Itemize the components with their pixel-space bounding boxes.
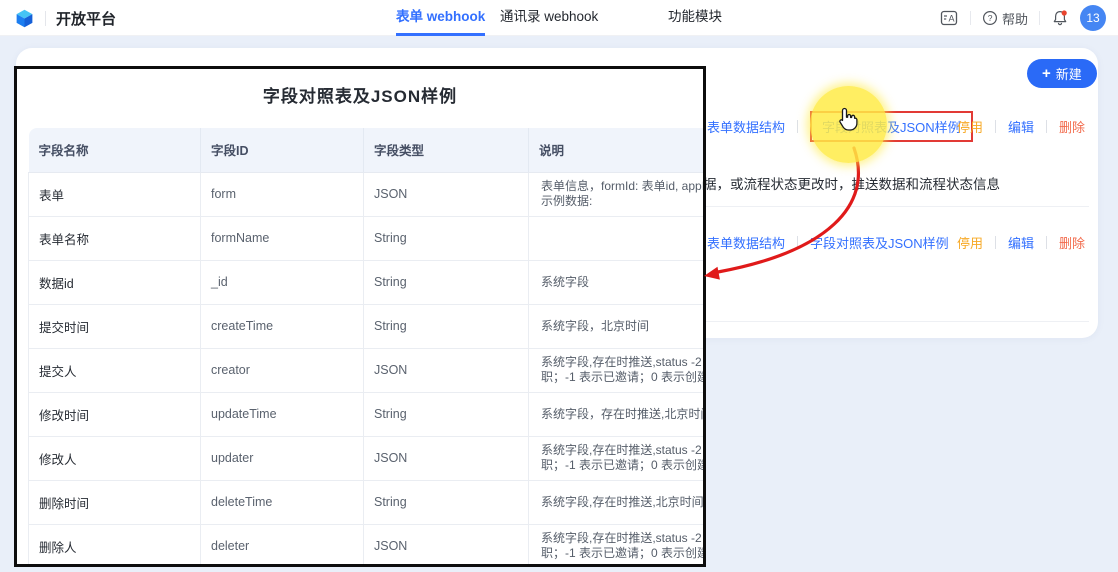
item2-actions: 停用 编辑 删除 [957,227,1085,257]
tab-function-module[interactable]: 功能模块 [668,0,722,36]
col-header-field-name: 字段名称 [29,128,201,172]
cell-field-name: 提交时间 [29,304,201,348]
cell-field-name: 表单名称 [29,216,201,260]
cell-field-type: JSON [364,348,529,392]
table-row: 删除时间 deleteTime String 系统字段,存在时推送,北京时间 [29,480,707,524]
action-divider [1046,120,1047,133]
link-form-data-structure[interactable]: 表单数据结构 [707,233,785,252]
cell-field-id: deleteTime [201,480,364,524]
page-title: 开放平台 [56,8,116,29]
cell-description: 系统字段,存在时推送,status -2 表示离职；-1 表示已邀请；0 表示创… [529,524,707,567]
action-divider [995,236,996,249]
cell-field-type: JSON [364,436,529,480]
item2-links-row: 表单数据结构 字段对照表及JSON样例 [707,227,949,257]
create-button[interactable]: + 新建 [1027,59,1097,88]
cell-field-id: deleter [201,524,364,567]
col-header-description: 说明 [529,128,707,172]
list-divider [706,206,1089,207]
cube-logo-icon [14,8,35,29]
modal-title: 字段对照表及JSON样例 [17,82,703,107]
table-header-row: 字段名称 字段ID 字段类型 说明 [29,128,707,172]
action-divider [1046,236,1047,249]
link-divider [797,120,798,133]
col-header-field-type: 字段类型 [364,128,529,172]
cell-field-name: 数据id [29,260,201,304]
cell-description: 系统字段，北京时间 [529,304,707,348]
cell-field-type: String [364,260,529,304]
cell-description: 系统字段,存在时推送,status -2 表示离职；-1 表示已邀请；0 表示创… [529,436,707,480]
cell-field-name: 删除人 [29,524,201,567]
svg-text:A: A [948,14,954,24]
nav-divider [970,11,971,25]
translate-icon[interactable]: A [939,8,959,28]
cell-field-id: updateTime [201,392,364,436]
brand: 开放平台 [14,0,116,36]
table-row: 表单名称 formName String [29,216,707,260]
svg-text:?: ? [988,13,993,23]
field-table-wrap: 字段名称 字段ID 字段类型 说明 表单 form JSON 表单信息，form… [28,128,706,567]
cell-field-type: String [364,392,529,436]
item2-description: 据，或流程状态更改时，推送数据和流程状态信息 [703,173,1000,193]
cell-field-name: 修改人 [29,436,201,480]
link-divider [797,236,798,249]
help-label: 帮助 [1002,9,1028,28]
cell-field-name: 修改时间 [29,392,201,436]
cell-field-type: String [364,304,529,348]
bell-icon[interactable] [1051,9,1069,27]
edit-button[interactable]: 编辑 [1008,117,1034,136]
cell-field-id: _id [201,260,364,304]
cell-field-name: 表单 [29,172,201,216]
col-header-field-id: 字段ID [201,128,364,172]
edit-button[interactable]: 编辑 [1008,233,1034,252]
table-row: 数据id _id String 系统字段 [29,260,707,304]
help-button[interactable]: ? 帮助 [982,9,1028,28]
cell-field-id: updater [201,436,364,480]
avatar[interactable]: 13 [1080,5,1106,31]
table-row: 修改人 updater JSON 系统字段,存在时推送,status -2 表示… [29,436,707,480]
table-row: 提交时间 createTime String 系统字段，北京时间 [29,304,707,348]
cell-field-id: formName [201,216,364,260]
list-divider [706,321,1089,322]
navbar-right: A ? 帮助 13 [939,0,1106,36]
cell-field-name: 提交人 [29,348,201,392]
cell-description: 表单信息，formId: 表单id, appId: 应用id, 示例数据: [529,172,707,216]
cell-field-name: 删除时间 [29,480,201,524]
top-navbar: 开放平台 表单 webhook 通讯录 webhook 功能模块 A ? 帮助 [0,0,1118,36]
disable-button[interactable]: 停用 [957,117,983,136]
tab-contacts-webhook[interactable]: 通讯录 webhook [500,0,598,36]
table-row: 提交人 creator JSON 系统字段,存在时推送,status -2 表示… [29,348,707,392]
item1-actions: 停用 编辑 删除 [957,111,1085,141]
table-row: 修改时间 updateTime String 系统字段，存在时推送,北京时间 [29,392,707,436]
cursor-icon [837,107,861,132]
cell-description: 系统字段，存在时推送,北京时间 [529,392,707,436]
delete-button[interactable]: 删除 [1059,233,1085,252]
cell-field-id: creator [201,348,364,392]
field-table: 字段名称 字段ID 字段类型 说明 表单 form JSON 表单信息，form… [28,128,706,567]
brand-divider [45,11,46,26]
cell-field-id: form [201,172,364,216]
cell-field-id: createTime [201,304,364,348]
page: 开放平台 表单 webhook 通讯录 webhook 功能模块 A ? 帮助 [0,0,1118,572]
table-row: 删除人 deleter JSON 系统字段,存在时推送,status -2 表示… [29,524,707,567]
cell-description [529,216,707,260]
table-row: 表单 form JSON 表单信息，formId: 表单id, appId: 应… [29,172,707,216]
notification-dot [1062,10,1067,15]
cell-field-type: String [364,480,529,524]
tab-form-webhook[interactable]: 表单 webhook [396,0,485,36]
cell-description: 系统字段,存在时推送,北京时间 [529,480,707,524]
nav-divider [1039,11,1040,25]
cell-description: 系统字段,存在时推送,status -2 表示离职；-1 表示已邀请；0 表示创… [529,348,707,392]
link-field-mapping-json[interactable]: 字段对照表及JSON样例 [810,233,949,252]
action-divider [995,120,996,133]
plus-icon: + [1042,66,1051,81]
cell-field-type: JSON [364,172,529,216]
question-icon: ? [982,10,998,26]
field-mapping-modal: 字段对照表及JSON样例 字段名称 字段ID 字段类型 说明 表单 form J… [14,66,706,567]
cell-field-type: JSON [364,524,529,567]
link-form-data-structure[interactable]: 表单数据结构 [707,117,785,136]
cell-field-type: String [364,216,529,260]
delete-button[interactable]: 删除 [1059,117,1085,136]
disable-button[interactable]: 停用 [957,233,983,252]
cell-description: 系统字段 [529,260,707,304]
